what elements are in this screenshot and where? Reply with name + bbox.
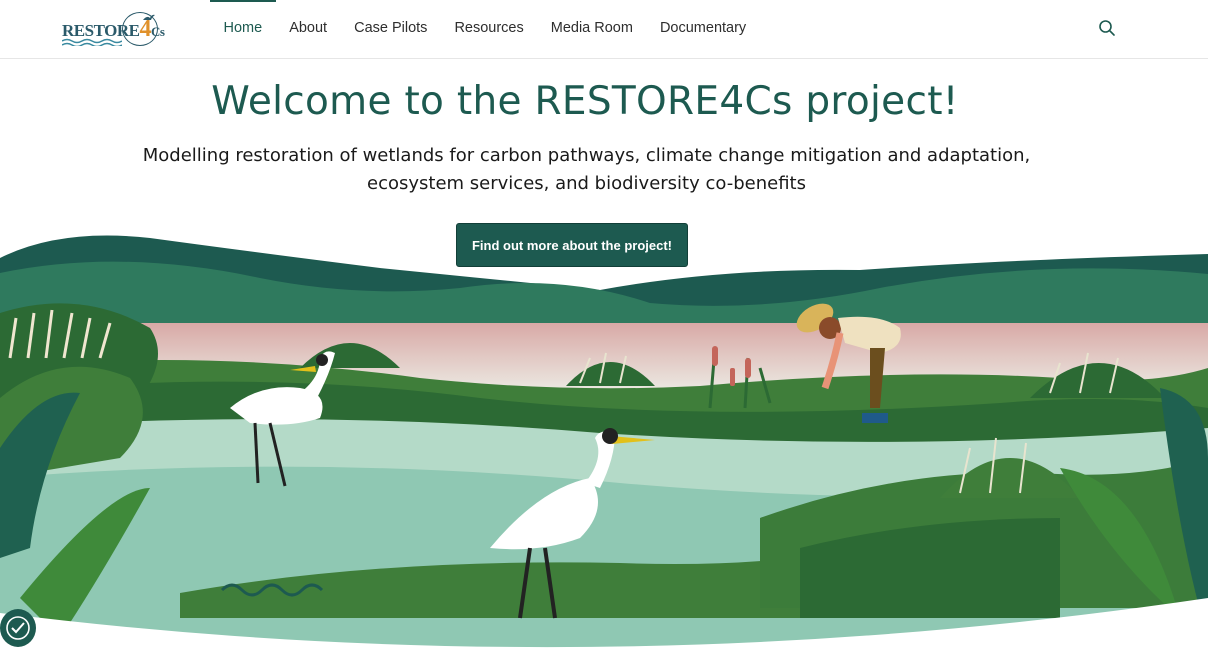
page-title: Welcome to the RESTORE4Cs project! bbox=[211, 79, 959, 124]
main-nav: Home About Case Pilots Resources Media R… bbox=[210, 0, 760, 58]
bird-logo-icon bbox=[143, 14, 155, 20]
nav-item-case-pilots[interactable]: Case Pilots bbox=[341, 0, 441, 58]
hero-subtitle: Modelling restoration of wetlands for ca… bbox=[142, 145, 1031, 194]
site-header: RESTORE4Cs Home About Case Pilots Resour… bbox=[0, 0, 1208, 59]
cookie-settings-icon bbox=[6, 616, 30, 640]
nav-item-resources[interactable]: Resources bbox=[441, 0, 537, 58]
nav-item-documentary[interactable]: Documentary bbox=[646, 0, 759, 58]
nav-item-about[interactable]: About bbox=[276, 0, 341, 58]
search-icon[interactable] bbox=[1098, 19, 1116, 37]
nav-item-media-room[interactable]: Media Room bbox=[537, 0, 646, 58]
find-out-more-button[interactable]: Find out more about the project! bbox=[456, 223, 688, 267]
wave-logo-icon bbox=[62, 38, 122, 46]
cookie-settings-button[interactable] bbox=[0, 609, 36, 647]
nav-item-home[interactable]: Home bbox=[210, 0, 276, 58]
restore4cs-logo[interactable]: RESTORE4Cs bbox=[62, 10, 165, 48]
wetland-illustration bbox=[0, 235, 1208, 661]
